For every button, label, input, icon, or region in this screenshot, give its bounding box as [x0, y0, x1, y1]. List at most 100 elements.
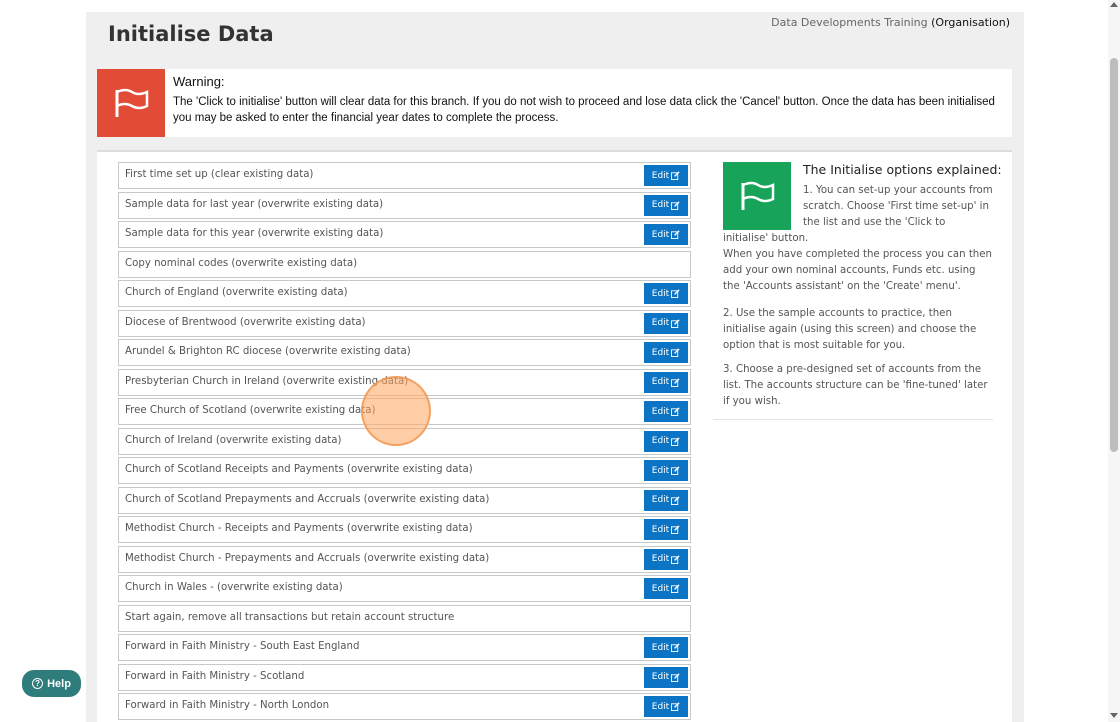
edit-button[interactable]: Edit: [644, 401, 688, 422]
explain-paragraph-1: 1. You can set-up your accounts from scr…: [803, 185, 993, 228]
edit-label: Edit: [651, 672, 670, 682]
option-label: Sample data for this year (overwrite exi…: [125, 228, 384, 239]
edit-button[interactable]: Edit: [644, 489, 688, 511]
option-label: Forward in Faith Ministry - North London: [125, 700, 330, 711]
option-row[interactable]: Church of Scotland Prepayments and Accru…: [118, 486, 691, 514]
edit-label: Edit: [651, 465, 670, 476]
organisation-label: Data Developments Training (Organisation…: [771, 16, 1010, 29]
warning-box: Warning: The 'Click to initialise' butto…: [97, 69, 1012, 137]
option-label: Church of Scotland Receipts and Payments…: [125, 464, 473, 475]
edit-icon: [671, 171, 680, 180]
edit-icon: [671, 702, 680, 711]
edit-button[interactable]: Edit: [644, 224, 688, 245]
question-circle-icon: ?: [32, 678, 44, 689]
edit-button[interactable]: Edit: [644, 342, 688, 363]
edit-label: Edit: [651, 288, 670, 299]
edit-label: Edit: [651, 583, 670, 594]
edit-label: Edit: [651, 642, 670, 653]
option-row[interactable]: Copy nominal codes (overwrite existing d…: [118, 250, 691, 278]
option-label: Church of Scotland Prepayments and Accru…: [125, 493, 490, 505]
edit-icon: [671, 466, 680, 475]
option-row[interactable]: Start again, remove all transactions but…: [118, 604, 691, 632]
help-button[interactable]: ? Help: [22, 670, 81, 697]
edit-icon: [671, 436, 680, 446]
edit-icon: [671, 584, 680, 593]
edit-label: Edit: [651, 554, 670, 564]
option-row[interactable]: Methodist Church - Receipts and Payments…: [118, 516, 691, 543]
explain-panel: The Initialise options explained: 1. You…: [713, 162, 1002, 420]
main-panel: Data Developments Training (Organisation…: [86, 12, 1024, 722]
edit-button[interactable]: Edit: [644, 696, 688, 717]
edit-button[interactable]: Edit: [644, 283, 688, 304]
explain-title: The Initialise options explained:: [803, 162, 1002, 177]
scroll-up-arrow-icon[interactable]: [1110, 2, 1118, 7]
edit-label: Edit: [651, 200, 670, 210]
option-label: Arundel & Brighton RC diocese (overwrite…: [125, 346, 411, 357]
scrollbar-thumb[interactable]: [1110, 58, 1118, 452]
edit-icon: [671, 554, 680, 564]
option-row[interactable]: Church of Scotland Receipts and Payments…: [118, 457, 691, 484]
option-row[interactable]: Methodist Church - Prepayments and Accru…: [118, 545, 691, 573]
initialise-options-list: First time set up (clear existing data) E…: [118, 162, 691, 722]
option-row[interactable]: Church of England (overwrite existing da…: [118, 280, 691, 307]
edit-icon: [671, 377, 680, 387]
warning-heading: Warning:: [173, 74, 225, 89]
edit-button[interactable]: Edit: [644, 165, 688, 186]
option-row[interactable]: Presbyterian Church in Ireland (overwrit…: [118, 368, 691, 396]
edit-icon: [671, 230, 680, 239]
option-row[interactable]: First time set up (clear existing data) E…: [118, 162, 691, 189]
option-label: Methodist Church - Prepayments and Accru…: [125, 552, 490, 564]
edit-icon: [671, 643, 680, 652]
edit-icon: [671, 672, 680, 682]
edit-button[interactable]: Edit: [644, 312, 688, 334]
edit-button[interactable]: Edit: [644, 666, 688, 688]
edit-icon: [671, 289, 680, 298]
option-row[interactable]: Sample data for last year (overwrite exi…: [118, 191, 691, 219]
help-label: Help: [47, 677, 71, 690]
edit-label: Edit: [651, 170, 670, 181]
edit-button[interactable]: Edit: [644, 371, 688, 393]
flag-icon: [723, 162, 791, 230]
option-label: Forward in Faith Ministry - Scotland: [125, 670, 305, 682]
edit-icon: [671, 200, 680, 210]
edit-icon: [671, 495, 680, 505]
option-row[interactable]: Forward in Faith Ministry - North London…: [118, 693, 691, 720]
scroll-down-arrow-icon[interactable]: [1110, 713, 1118, 718]
edit-button[interactable]: Edit: [644, 637, 688, 658]
edit-button[interactable]: Edit: [644, 430, 688, 452]
edit-label: Edit: [651, 495, 670, 505]
edit-label: Edit: [651, 406, 670, 417]
option-row[interactable]: Free Church of Scotland (overwrite exist…: [118, 398, 691, 425]
option-row[interactable]: Forward in Faith Ministry - South East E…: [118, 634, 691, 661]
edit-button[interactable]: Edit: [644, 548, 688, 570]
edit-label: Edit: [651, 347, 670, 358]
option-label: Diocese of Brentwood (overwrite existing…: [125, 316, 366, 328]
option-label: Forward in Faith Ministry - South East E…: [125, 641, 360, 652]
option-row[interactable]: Diocese of Brentwood (overwrite existing…: [118, 309, 691, 337]
edit-button[interactable]: Edit: [644, 460, 688, 481]
content-area: First time set up (clear existing data) E…: [97, 150, 1012, 722]
option-label: Church of Ireland (overwrite existing da…: [125, 434, 342, 446]
edit-button[interactable]: Edit: [644, 194, 688, 216]
edit-button[interactable]: Edit: [644, 519, 688, 540]
organisation-name: Data Developments Training: [771, 16, 928, 29]
page-title: Initialise Data: [108, 22, 274, 46]
option-row[interactable]: Forward in Faith Ministry - Scotland Edit: [118, 663, 691, 691]
explain-paragraph-2: 2. Use the sample accounts to practice, …: [723, 308, 977, 351]
edit-icon: [671, 348, 680, 357]
option-row[interactable]: Sample data for this year (overwrite exi…: [118, 221, 691, 248]
option-label: Methodist Church - Receipts and Payments…: [125, 523, 473, 534]
edit-label: Edit: [651, 318, 670, 328]
option-row[interactable]: Church of Ireland (overwrite existing da…: [118, 427, 691, 455]
edit-icon: [671, 525, 680, 534]
edit-button[interactable]: Edit: [644, 578, 688, 599]
edit-label: Edit: [651, 701, 670, 712]
organisation-suffix: (Organisation): [931, 16, 1010, 29]
explain-paragraph-1-continued: initialise' button. When you have comple…: [723, 233, 992, 292]
edit-label: Edit: [651, 377, 670, 387]
option-row[interactable]: Church in Wales - (overwrite existing da…: [118, 575, 691, 602]
option-label: Free Church of Scotland (overwrite exist…: [125, 405, 376, 416]
option-label: Presbyterian Church in Ireland (overwrit…: [125, 375, 409, 387]
vertical-scrollbar[interactable]: [1108, 0, 1120, 722]
option-row[interactable]: Arundel & Brighton RC diocese (overwrite…: [118, 339, 691, 366]
